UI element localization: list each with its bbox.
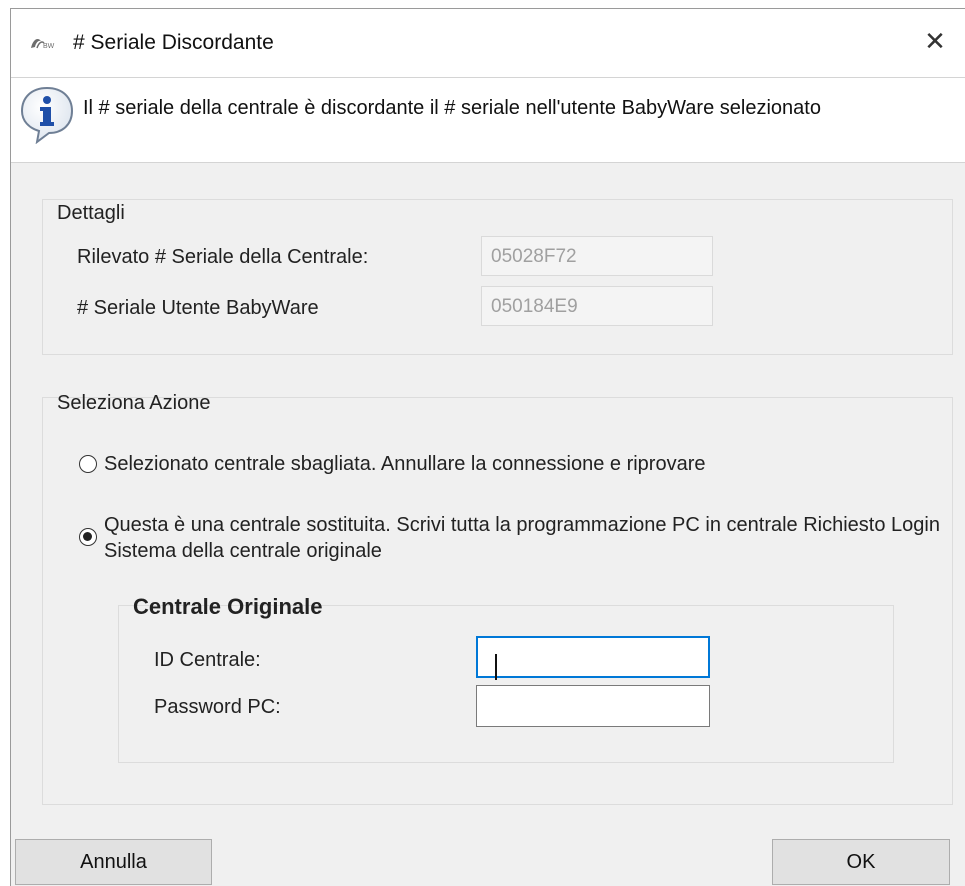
panel-id-label: ID Centrale:: [154, 649, 261, 671]
radio-label-replaced-panel[interactable]: Questa è una centrale sostituita. Scrivi…: [104, 512, 959, 564]
text-caret: [495, 654, 497, 680]
user-serial-label: # Seriale Utente BabyWare: [77, 297, 319, 319]
radio-option-replaced-panel[interactable]: Questa è una centrale sostituita. Scrivi…: [79, 512, 959, 564]
detected-serial-field: 05028F72: [481, 236, 713, 276]
radio-option-wrong-panel[interactable]: Selezionato centrale sbagliata. Annullar…: [79, 451, 919, 477]
panel-id-input[interactable]: [476, 636, 710, 678]
cancel-button[interactable]: Annulla: [15, 839, 212, 885]
window-title: # Seriale Discordante: [73, 31, 274, 54]
info-banner: Il # seriale della centrale è discordant…: [11, 77, 965, 163]
cancel-button-label: Annulla: [80, 850, 147, 873]
user-serial-field: 050184E9: [481, 286, 713, 326]
detected-serial-label: Rilevato # Seriale della Centrale:: [77, 246, 369, 268]
details-group-title: Dettagli: [57, 202, 125, 224]
radio-button-replaced-panel[interactable]: [79, 528, 97, 546]
info-icon: [20, 86, 74, 144]
pc-password-input[interactable]: [476, 685, 710, 727]
dialog-window: BW # Seriale Discordante ✕ Il # seriale …: [10, 8, 965, 886]
ok-button-label: OK: [846, 850, 876, 873]
original-panel-title: Centrale Originale: [133, 594, 323, 619]
original-panel-groupbox: [118, 605, 894, 763]
radio-button-wrong-panel[interactable]: [79, 455, 97, 473]
app-logo-icon: BW: [31, 39, 55, 50]
ok-button[interactable]: OK: [772, 839, 950, 885]
radio-label-wrong-panel[interactable]: Selezionato centrale sbagliata. Annullar…: [104, 451, 706, 477]
svg-text:BW: BW: [43, 43, 55, 50]
title-bar: BW # Seriale Discordante ✕: [11, 9, 965, 77]
pc-password-label: Password PC:: [154, 696, 281, 718]
close-icon: ✕: [924, 25, 946, 56]
close-button[interactable]: ✕: [915, 21, 955, 61]
info-message: Il # seriale della centrale è discordant…: [83, 97, 821, 119]
details-groupbox: [42, 199, 953, 355]
action-group-title: Seleziona Azione: [57, 392, 211, 414]
